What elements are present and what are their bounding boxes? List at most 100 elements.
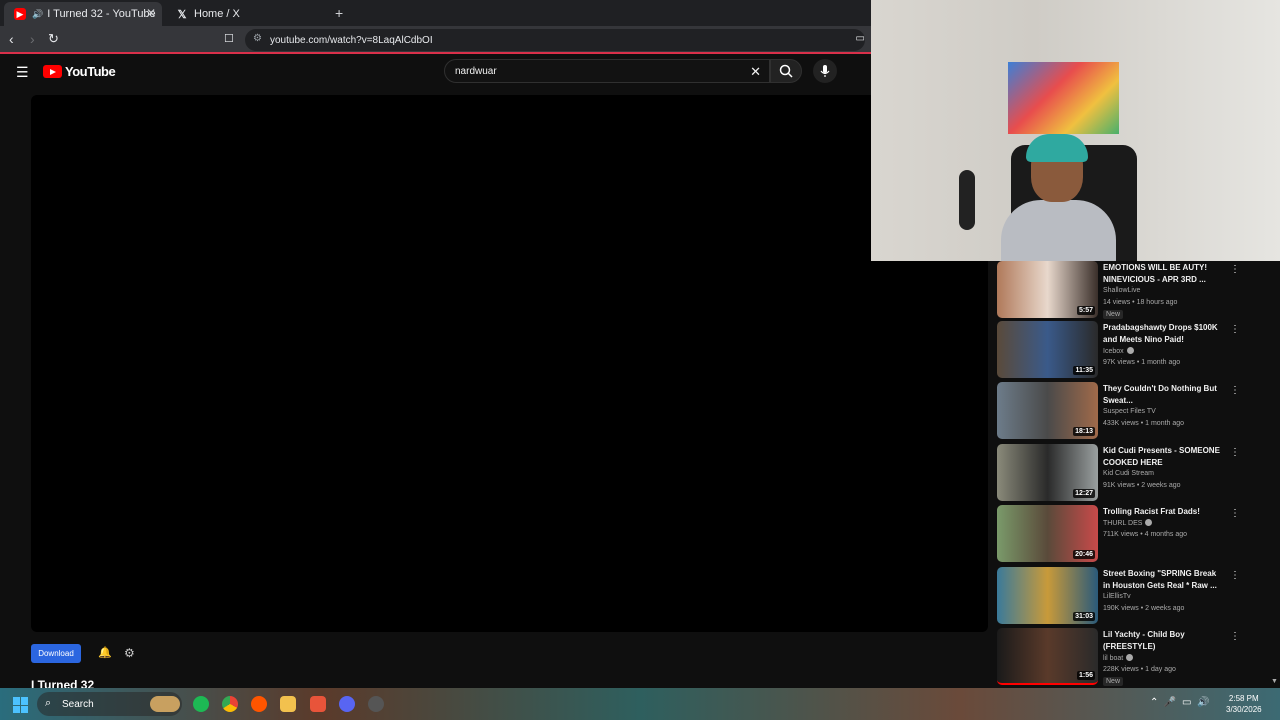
recommended-video[interactable]: 5:57 EMOTIONS WILL BE AUTY! NINEVICIOUS … [997, 261, 1242, 319]
streamer-shirt [1001, 200, 1116, 261]
recommended-video[interactable]: 11:35 Pradabagshawty Drops $100K and Mee… [997, 321, 1242, 379]
more-options-icon[interactable]: ⋮ [1230, 324, 1240, 335]
streamer-durag [1026, 134, 1088, 162]
more-options-icon[interactable]: ⋮ [1230, 385, 1240, 396]
brave-icon[interactable] [310, 696, 326, 712]
video-title[interactable]: Trolling Racist Frat Dads! [1103, 506, 1225, 518]
clock-date: 3/30/2026 [1226, 705, 1262, 714]
video-thumbnail[interactable]: 12:27 [997, 444, 1098, 501]
channel-name[interactable]: Icebox [1103, 347, 1134, 355]
channel-name[interactable]: THURL DES [1103, 519, 1153, 527]
channel-name[interactable]: Kid Cudi Stream [1103, 470, 1154, 477]
channel-name[interactable]: Suspect Files TV [1103, 408, 1156, 415]
video-duration: 5:57 [1076, 306, 1095, 315]
more-options-icon[interactable]: ⋮ [1230, 264, 1240, 275]
search-input[interactable]: nardwuar ✕ [444, 59, 770, 83]
back-arrow-icon[interactable]: ‹ [9, 31, 14, 47]
video-title[interactable]: Pradabagshawty Drops $100K and Meets Nin… [1103, 322, 1225, 346]
cast-icon[interactable]: ▭ [856, 33, 865, 44]
webcam-overlay [871, 0, 1280, 261]
browser-tab-strip: ▶ 🔊 I Turned 32 - YouTube ✕ 𝕏 Home / X + [0, 0, 871, 26]
taskbar-clock[interactable]: 2:58 PM 3/30/2026 [1226, 693, 1262, 715]
windows-start-icon[interactable] [13, 697, 29, 713]
video-player[interactable] [31, 95, 988, 632]
video-meta: 228K views • 1 day ago [1103, 666, 1176, 673]
video-thumbnail[interactable]: 31:03 [997, 567, 1098, 624]
discord-icon[interactable] [339, 696, 355, 712]
browser-toolbar: ‹ › ↻ ☐ ⚙ youtube.com/watch?v=8LaqAlCdbO… [0, 26, 871, 54]
video-duration: 12:27 [1073, 489, 1095, 498]
video-meta: 91K views • 2 weeks ago [1103, 482, 1181, 489]
address-bar[interactable]: ⚙ youtube.com/watch?v=8LaqAlCdbOI [245, 29, 865, 51]
soundcloud-icon[interactable] [251, 696, 267, 712]
windows-taskbar: ⌕ Search ⌃ 🎤 ▭ 🔊 2:58 PM 3/30/2026 [0, 688, 1280, 720]
taskbar-search-label: Search [62, 698, 94, 710]
video-title[interactable]: They Couldn't Do Nothing But Sweat... [1103, 383, 1225, 407]
video-thumbnail[interactable]: 5:57 [997, 261, 1098, 318]
video-title[interactable]: Kid Cudi Presents - SOMEONE COOKED HERE [1103, 445, 1225, 469]
more-options-icon[interactable]: ⋮ [1230, 447, 1240, 458]
video-thumbnail[interactable]: 20:46 [997, 505, 1098, 562]
obs-icon[interactable] [368, 696, 384, 712]
channel-label: THURL DES [1103, 520, 1143, 527]
scroll-down-icon[interactable]: ▼ [1271, 678, 1278, 685]
reload-icon[interactable]: ↻ [48, 31, 59, 47]
channel-label: lil boat [1103, 655, 1124, 662]
video-title[interactable]: Lil Yachty - Child Boy (FREESTYLE) [1103, 629, 1225, 653]
video-thumbnail[interactable]: 11:35 [997, 321, 1098, 378]
logo-text: YouTube [65, 64, 116, 79]
new-tab-button[interactable]: + [335, 5, 343, 21]
more-options-icon[interactable]: ⋮ [1230, 508, 1240, 519]
bookmark-icon[interactable]: ☐ [224, 32, 234, 45]
microphone-icon [820, 65, 830, 77]
sandwich-widget-icon[interactable] [150, 696, 180, 712]
clear-search-icon[interactable]: ✕ [750, 64, 761, 80]
streamer [981, 130, 1141, 261]
youtube-favicon-icon: ▶ [14, 8, 26, 20]
x-logo-icon: 𝕏 [177, 8, 187, 21]
voice-search-button[interactable] [813, 59, 837, 83]
more-options-icon[interactable]: ⋮ [1230, 570, 1240, 581]
recommended-video[interactable]: 1:56 Lil Yachty - Child Boy (FREESTYLE) … [997, 628, 1242, 686]
site-info-icon[interactable]: ⚙ [253, 33, 262, 44]
video-meta: 97K views • 1 month ago [1103, 359, 1181, 366]
url-text: youtube.com/watch?v=8LaqAlCdbOI [270, 34, 433, 46]
file-explorer-icon[interactable] [280, 696, 296, 712]
video-title[interactable]: EMOTIONS WILL BE AUTY! NINEVICIOUS - APR… [1103, 262, 1225, 286]
channel-name[interactable]: lil boat [1103, 654, 1134, 662]
tab-youtube[interactable]: ▶ 🔊 I Turned 32 - YouTube ✕ [4, 2, 162, 26]
video-duration: 31:03 [1073, 612, 1095, 621]
recommended-video[interactable]: 20:46 Trolling Racist Frat Dads! THURL D… [997, 505, 1242, 563]
search-icon [779, 64, 793, 78]
recommended-video[interactable]: 12:27 Kid Cudi Presents - SOMEONE COOKED… [997, 444, 1242, 502]
chrome-icon[interactable] [222, 696, 238, 712]
youtube-play-icon [43, 65, 62, 78]
gear-icon[interactable]: ⚙ [124, 646, 135, 660]
clock-time: 2:58 PM [1228, 694, 1259, 703]
video-meta: 711K views • 4 months ago [1103, 531, 1188, 538]
channel-name[interactable]: ShallowLive [1103, 287, 1140, 294]
channel-label: Icebox [1103, 348, 1124, 355]
lamp [959, 170, 975, 230]
close-tab-icon[interactable]: ✕ [146, 6, 156, 20]
more-options-icon[interactable]: ⋮ [1230, 631, 1240, 642]
channel-name[interactable]: LilEllisTv [1103, 593, 1131, 600]
tab-x-home[interactable]: 𝕏 Home / X [166, 2, 326, 26]
new-badge: New [1103, 310, 1124, 319]
download-button[interactable]: Download [31, 644, 81, 663]
new-badge: New [1103, 677, 1124, 686]
tab-title: Home / X [194, 8, 240, 20]
video-thumbnail[interactable]: 18:13 [997, 382, 1098, 439]
system-tray-icons[interactable]: ⌃ 🎤 ▭ 🔊 [1150, 697, 1209, 708]
bell-icon[interactable]: 🔔 [98, 646, 112, 659]
recommended-video[interactable]: 31:03 Street Boxing "SPRING Break in Hou… [997, 567, 1242, 625]
spotify-icon[interactable] [193, 696, 209, 712]
search-button[interactable] [770, 59, 802, 83]
hamburger-menu-icon[interactable]: ☰ [16, 64, 29, 81]
video-title[interactable]: Street Boxing "SPRING Break in Houston G… [1103, 568, 1225, 592]
video-duration: 20:46 [1073, 550, 1095, 559]
youtube-logo[interactable]: YouTube [43, 64, 116, 79]
recommended-video[interactable]: 18:13 They Couldn't Do Nothing But Sweat… [997, 382, 1242, 440]
forward-arrow-icon[interactable]: › [30, 31, 35, 47]
video-thumbnail[interactable]: 1:56 [997, 628, 1098, 685]
